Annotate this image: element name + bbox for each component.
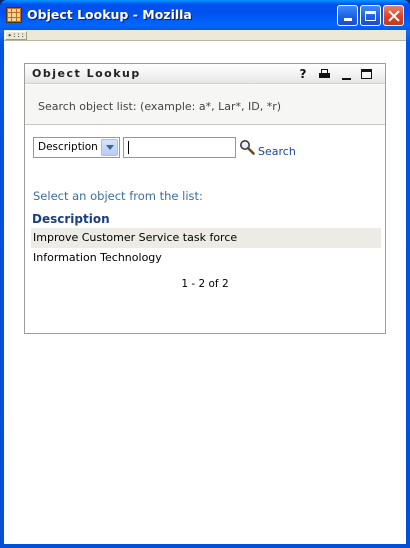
attribute-select-value: Description: [38, 141, 98, 153]
minimize-icon: [343, 18, 352, 21]
select-prompt: Select an object from the list:: [33, 189, 203, 203]
list-item[interactable]: Information Technology: [31, 248, 381, 268]
portlet-maximize-icon[interactable]: [359, 67, 373, 81]
close-button[interactable]: [383, 5, 404, 26]
text-caret: [128, 141, 129, 154]
collapsed-toolbar: ▸:::: [4, 30, 406, 41]
list-item[interactable]: Improve Customer Service task force: [31, 228, 381, 248]
search-input[interactable]: [123, 137, 236, 158]
help-icon[interactable]: ?: [296, 67, 310, 81]
attribute-select[interactable]: Description: [33, 137, 120, 158]
minimize-button[interactable]: [337, 5, 358, 26]
title-bar[interactable]: Object Lookup - Mozilla: [0, 0, 410, 30]
pager-status: 1 - 2 of 2: [181, 278, 229, 290]
results-list: Description Improve Customer Service tas…: [31, 210, 381, 268]
browser-window: Object Lookup - Mozilla ▸::: Object Look…: [0, 0, 410, 548]
window-title: Object Lookup - Mozilla: [27, 7, 192, 22]
app-icon: [6, 7, 22, 23]
portlet-minimize-icon[interactable]: [339, 67, 353, 81]
object-lookup-portlet: Object Lookup ? Search object list: (exa…: [24, 63, 386, 334]
column-header-description[interactable]: Description: [31, 210, 381, 228]
maximize-icon: [365, 10, 376, 21]
portlet-header: Object Lookup ?: [25, 64, 385, 84]
close-icon: [388, 10, 400, 22]
portlet-title: Object Lookup: [32, 67, 141, 80]
instructions-bar: Search object list: (example: a*, Lar*, …: [25, 85, 385, 125]
chevron-down-icon[interactable]: [101, 139, 118, 156]
search-icon[interactable]: [239, 139, 255, 155]
search-button[interactable]: Search: [258, 145, 296, 158]
print-icon[interactable]: [317, 67, 331, 81]
toolbar-grip[interactable]: ▸:::: [5, 31, 27, 40]
search-instructions: Search object list: (example: a*, Lar*, …: [38, 100, 282, 113]
maximize-button[interactable]: [360, 5, 381, 26]
client-area: ▸::: Object Lookup ? Search object list:…: [4, 30, 406, 544]
